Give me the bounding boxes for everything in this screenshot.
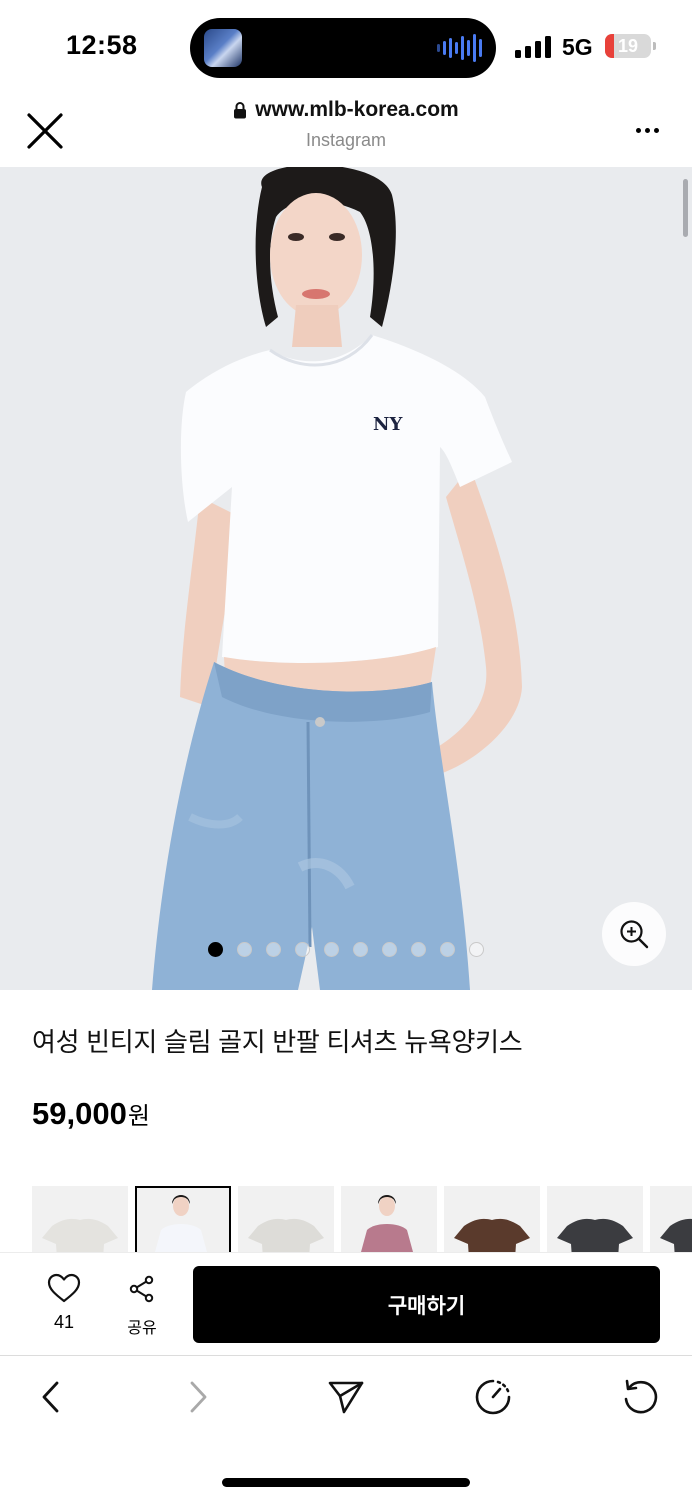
- scrollbar-thumb[interactable]: [683, 179, 688, 237]
- color-option-white-model[interactable]: [135, 1186, 231, 1252]
- gallery-dot[interactable]: [469, 942, 484, 957]
- color-option-light-gray-2[interactable]: [238, 1186, 334, 1252]
- color-swatch-image: [454, 1218, 530, 1252]
- dynamic-island[interactable]: [190, 18, 496, 78]
- gallery-dot[interactable]: [353, 942, 368, 957]
- color-swatch-image: [557, 1218, 633, 1252]
- forward-icon: [190, 1381, 207, 1413]
- gallery-dot[interactable]: [411, 942, 426, 957]
- heart-icon: [47, 1273, 81, 1303]
- battery-cap: [653, 42, 656, 50]
- audio-waveform-icon: [437, 32, 482, 64]
- zoom-in-icon: [620, 920, 649, 949]
- now-playing-artwork: [204, 29, 242, 67]
- purchase-bar: 41 공유 구매하기: [0, 1252, 692, 1356]
- color-swatch-image: [42, 1218, 118, 1252]
- gallery-dot[interactable]: [266, 942, 281, 957]
- source-app-label: Instagram: [305, 130, 387, 150]
- timer-icon: [475, 1379, 511, 1415]
- product-title: 여성 빈티지 슬림 골지 반팔 티셔츠 뉴욕양키스: [32, 1027, 523, 1057]
- more-icon: [635, 127, 641, 133]
- share-icon: [129, 1275, 154, 1303]
- share-label: 공유: [127, 1320, 157, 1337]
- buy-button[interactable]: 구매하기: [193, 1266, 660, 1343]
- send-button[interactable]: [324, 1375, 368, 1419]
- status-bar: 12:58 5G 19: [0, 0, 692, 92]
- svg-text:NY: NY: [373, 414, 403, 435]
- color-option-brown[interactable]: [444, 1186, 540, 1252]
- status-time: 12:58: [66, 30, 138, 60]
- timer-button[interactable]: [471, 1375, 515, 1419]
- forward-button[interactable]: [177, 1375, 221, 1419]
- like-count: 41: [53, 1312, 75, 1332]
- gallery-dot[interactable]: [237, 942, 252, 957]
- product-price: 59,000 원: [32, 1096, 150, 1132]
- price-currency: 원: [127, 1103, 150, 1130]
- browser-toolbar: [0, 1357, 692, 1437]
- lock-icon: [234, 102, 247, 119]
- share-button[interactable]: 공유: [114, 1275, 170, 1339]
- close-button[interactable]: [24, 110, 66, 152]
- color-option-light-gray[interactable]: [32, 1186, 128, 1252]
- color-option-charcoal[interactable]: [547, 1186, 643, 1252]
- send-icon: [328, 1381, 364, 1414]
- price-amount: 59,000: [32, 1096, 127, 1131]
- back-button[interactable]: [28, 1375, 72, 1419]
- gallery-dot[interactable]: [295, 942, 310, 957]
- gallery-dot[interactable]: [324, 942, 339, 957]
- gallery-dot[interactable]: [208, 942, 223, 957]
- refresh-icon: [624, 1379, 658, 1414]
- gallery-pagination[interactable]: [208, 942, 484, 957]
- battery-icon: 19: [605, 34, 651, 58]
- color-swatch-image: [361, 1195, 413, 1252]
- page-url: www.mlb-korea.com: [255, 98, 459, 121]
- close-icon: [27, 113, 63, 149]
- battery-level: 19: [617, 36, 639, 56]
- gallery-dot[interactable]: [440, 942, 455, 957]
- refresh-button[interactable]: [618, 1375, 662, 1419]
- network-type: 5G: [562, 34, 593, 60]
- color-swatch-image: [155, 1195, 207, 1252]
- color-option-charcoal-2[interactable]: [650, 1186, 692, 1252]
- zoom-button[interactable]: [602, 902, 666, 966]
- color-swatch-image: [248, 1218, 324, 1252]
- back-icon: [42, 1381, 59, 1413]
- more-button[interactable]: [630, 116, 664, 144]
- color-options: [32, 1186, 692, 1252]
- color-swatch-image: [660, 1218, 692, 1252]
- home-indicator[interactable]: [222, 1478, 470, 1487]
- address-bar[interactable]: www.mlb-korea.com Instagram: [150, 98, 542, 151]
- gallery-dot[interactable]: [382, 942, 397, 957]
- product-photo: NY: [152, 167, 522, 990]
- like-button[interactable]: 41: [34, 1273, 94, 1337]
- color-option-pink-model[interactable]: [341, 1186, 437, 1252]
- product-image-gallery[interactable]: NY: [0, 167, 692, 990]
- cellular-signal-icon: [515, 36, 551, 58]
